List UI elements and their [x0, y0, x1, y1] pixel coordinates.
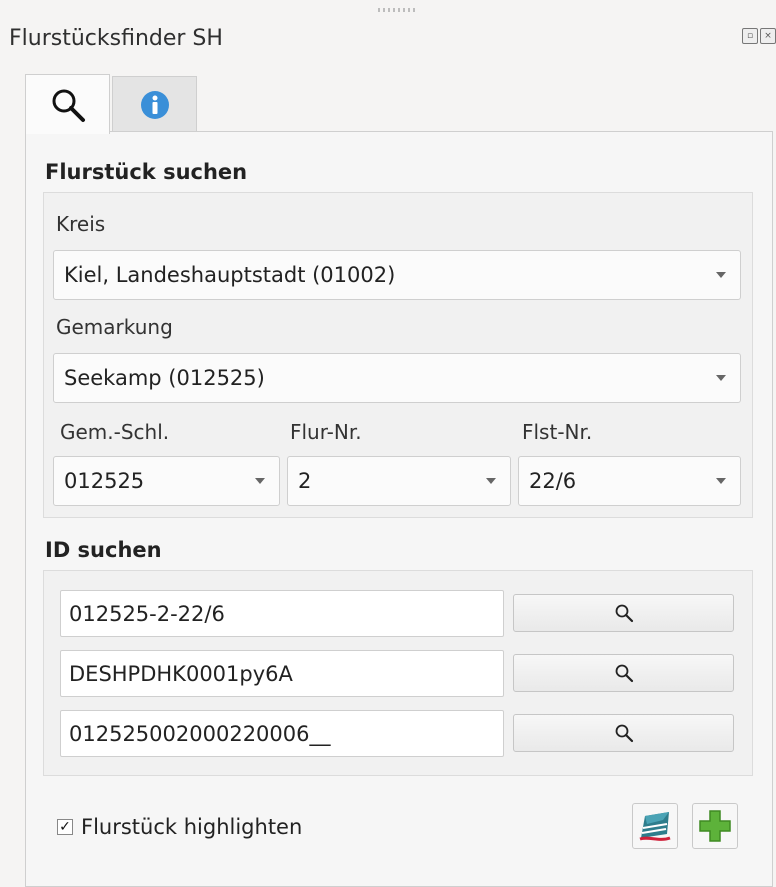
highlight-option[interactable]: ✓ Flurstück highlighten [57, 815, 302, 839]
close-icon[interactable]: × [760, 28, 776, 44]
flur-nr-value: 2 [298, 469, 312, 493]
search-icon [52, 89, 85, 122]
flur-nr-select[interactable]: 2 [287, 456, 511, 506]
chevron-down-icon [716, 478, 726, 484]
id-search-button-2[interactable] [513, 654, 734, 692]
dock-title: Flurstücksfinder SH [9, 26, 223, 51]
plus-icon [699, 810, 731, 842]
id-search-button-1[interactable] [513, 594, 734, 632]
float-icon[interactable]: ▫ [742, 28, 758, 44]
add-button[interactable] [692, 803, 738, 849]
flur-nr-label: Flur-Nr. [290, 420, 362, 444]
dock-buttons: ▫ × [742, 28, 776, 44]
flst-nr-value: 22/6 [529, 469, 577, 493]
id-input-1[interactable]: 012525-2-22/6 [60, 590, 504, 637]
section-heading-id: ID suchen [45, 538, 162, 562]
flst-nr-label: Flst-Nr. [522, 420, 593, 444]
chevron-down-icon [716, 375, 726, 381]
highlight-label: Flurstück highlighten [81, 815, 303, 839]
dock-grip[interactable] [378, 8, 418, 12]
kreis-select[interactable]: Kiel, Landeshauptstadt (01002) [53, 250, 741, 300]
search-icon [615, 724, 633, 743]
chevron-down-icon [716, 272, 726, 278]
id-search-button-3[interactable] [513, 714, 734, 752]
gem-schl-label: Gem.-Schl. [60, 420, 170, 444]
chevron-down-icon [486, 478, 496, 484]
gemarkung-value: Seekamp (012525) [64, 366, 265, 390]
gemarkung-label: Gemarkung [56, 315, 173, 339]
map-layer-icon [639, 812, 671, 841]
gem-schl-value: 012525 [64, 469, 145, 493]
highlight-checkbox[interactable]: ✓ [57, 819, 73, 835]
kreis-value: Kiel, Landeshauptstadt (01002) [64, 263, 396, 287]
info-icon [140, 90, 169, 119]
kreis-label: Kreis [56, 212, 106, 236]
flst-nr-select[interactable]: 22/6 [518, 456, 741, 506]
search-icon [615, 664, 633, 683]
map-layer-button[interactable] [632, 803, 678, 849]
gem-schl-select[interactable]: 012525 [53, 456, 280, 506]
id-input-3[interactable]: 012525002000220006__ [60, 710, 504, 757]
id-input-2[interactable]: DESHPDHK0001py6A [60, 650, 504, 697]
section-heading-flurstueck: Flurstück suchen [45, 160, 248, 184]
tab-info[interactable] [112, 76, 197, 132]
search-icon [615, 604, 633, 623]
tab-search[interactable] [25, 74, 110, 134]
chevron-down-icon [255, 478, 265, 484]
gemarkung-select[interactable]: Seekamp (012525) [53, 353, 741, 403]
